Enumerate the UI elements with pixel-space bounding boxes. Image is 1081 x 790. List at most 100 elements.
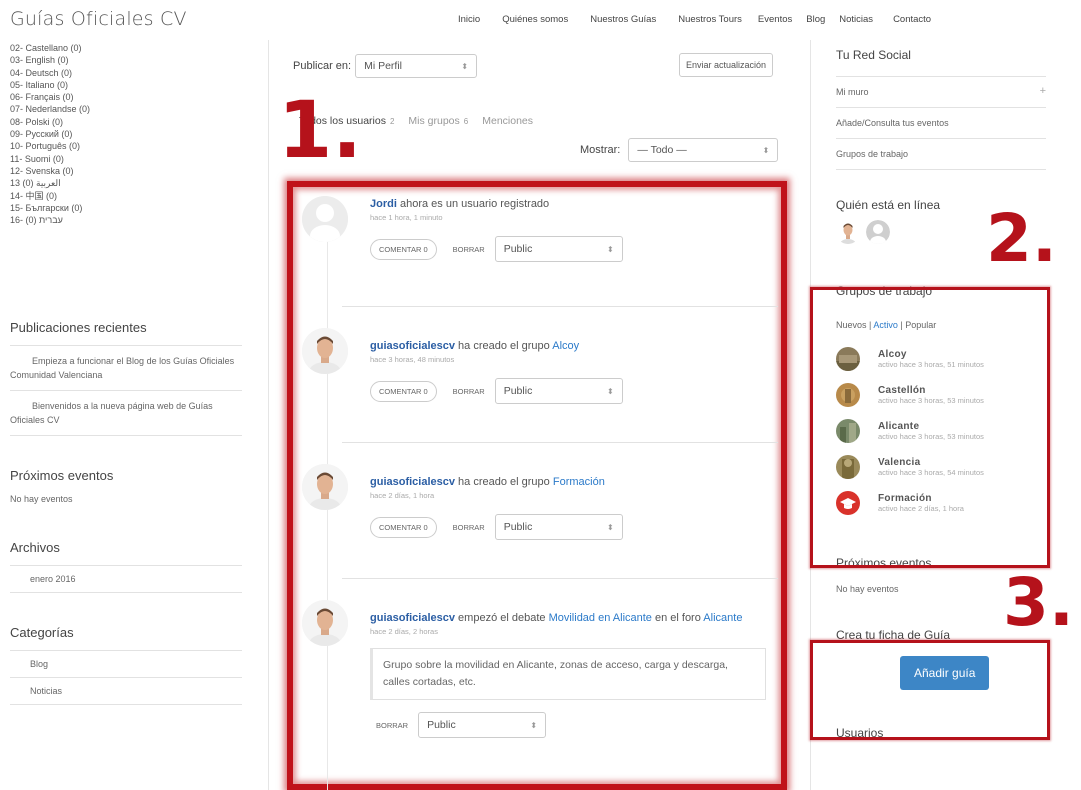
select-arrows-icon: ⬍: [607, 386, 614, 396]
timeline-line: [327, 235, 328, 790]
recent-post-link[interactable]: Bienvenidos a la nueva página web de Guí…: [10, 391, 242, 436]
language-item[interactable]: 16- (0) עברית: [10, 214, 260, 226]
annotation-number: 3.: [1003, 564, 1074, 641]
nav-blog[interactable]: Blog: [806, 14, 825, 25]
filter-label: Mostrar:: [580, 144, 621, 156]
social-link-groups[interactable]: Grupos de trabajo: [836, 138, 1046, 170]
select-arrows-icon: ⬍: [530, 720, 538, 730]
activity-actions: COMENTAR 0 BORRAR Public ⬍: [370, 514, 770, 540]
user-link[interactable]: guiasoficialescv: [370, 476, 455, 488]
main-nav: Inicio Quiénes somos Nuestros Guías Nues…: [458, 14, 953, 25]
group-link[interactable]: Formación: [553, 476, 605, 488]
activity-timestamp[interactable]: hace 2 días, 1 hora: [370, 491, 770, 500]
topic-link[interactable]: Movilidad en Alicante: [549, 612, 652, 624]
avatar[interactable]: [866, 220, 890, 244]
activity-timestamp[interactable]: hace 2 días, 2 horas: [370, 627, 770, 636]
activity-filter-select[interactable]: — Todo — ⬍: [628, 138, 779, 162]
language-item[interactable]: 04- Deutsch (0): [10, 67, 260, 79]
language-item[interactable]: 05- Italiano (0): [10, 79, 260, 91]
language-item[interactable]: 15- Български (0): [10, 202, 260, 214]
language-item[interactable]: 03- English (0): [10, 54, 260, 66]
select-value: Mi Perfil: [364, 60, 403, 72]
language-item[interactable]: 02- Castellano (0): [10, 42, 260, 54]
category-link[interactable]: Noticias: [10, 678, 242, 705]
nav-contacto[interactable]: Contacto: [893, 14, 931, 25]
nav-eventos[interactable]: Eventos: [758, 14, 792, 25]
expand-plus-icon[interactable]: +: [1040, 85, 1046, 97]
nav-inicio[interactable]: Inicio: [458, 14, 480, 25]
select-arrows-icon: ⬍: [607, 244, 614, 254]
activity-excerpt: Grupo sobre la movilidad en Alicante, zo…: [370, 648, 766, 700]
widget-title: Próximos eventos: [10, 468, 114, 483]
comment-button[interactable]: COMENTAR 0: [370, 516, 437, 538]
delete-button[interactable]: BORRAR: [376, 721, 408, 730]
privacy-select[interactable]: Public ⬍: [494, 514, 623, 540]
divider: [342, 578, 778, 579]
language-item[interactable]: 11- Suomi (0): [10, 153, 260, 165]
tab-my-groups[interactable]: Mis grupos 6: [408, 115, 468, 127]
select-arrows-icon: ⬍: [762, 145, 770, 155]
activity-actions: BORRAR Public ⬍: [370, 712, 770, 738]
activity-text: guiasoficialescv empezó el debate Movili…: [370, 612, 743, 624]
nav-nuestros-guias[interactable]: Nuestros Guías: [590, 14, 656, 25]
language-item[interactable]: 13 (0) العربية: [10, 177, 260, 189]
language-item[interactable]: 14- 中国 (0): [10, 190, 260, 202]
archive-link[interactable]: enero 2016: [10, 566, 242, 593]
delete-button[interactable]: BORRAR: [453, 245, 485, 254]
comment-button[interactable]: COMENTAR 0: [370, 238, 437, 260]
category-link[interactable]: Blog: [10, 651, 242, 678]
avatar[interactable]: [302, 464, 348, 510]
comment-button[interactable]: COMENTAR 0: [370, 380, 437, 402]
activity-actions: COMENTAR 0 BORRAR Public ⬍: [370, 236, 770, 262]
privacy-select[interactable]: Public ⬍: [418, 712, 547, 738]
select-value: — Todo —: [637, 144, 687, 156]
nav-nuestros-tours[interactable]: Nuestros Tours: [678, 14, 742, 25]
avatar[interactable]: [836, 220, 860, 244]
archives-widget: Archivos enero 2016: [10, 540, 242, 593]
activity-text: guiasoficialescv ha creado el grupo Alco…: [370, 340, 580, 352]
language-item[interactable]: 06- Français (0): [10, 91, 260, 103]
send-update-button[interactable]: Enviar actualización: [679, 53, 774, 77]
nav-quienes-somos[interactable]: Quiénes somos: [502, 14, 568, 25]
recent-posts-widget: Publicaciones recientes Empieza a funcio…: [10, 320, 242, 436]
select-arrows-icon: ⬍: [607, 522, 614, 532]
social-link-events[interactable]: Añade/Consulta tus eventos: [836, 107, 1046, 138]
annotation-number: 1.: [278, 86, 362, 176]
avatar[interactable]: [302, 600, 348, 646]
activity-actions: COMENTAR 0 BORRAR Public ⬍: [370, 378, 770, 404]
annotation-highlight-box: [810, 640, 1050, 740]
language-item[interactable]: 10- Português (0): [10, 140, 260, 152]
filter-row: Mostrar: — Todo — ⬍: [580, 138, 779, 162]
activity-body: guiasoficialescv empezó el debate Movili…: [370, 600, 770, 738]
recent-post-link[interactable]: Empieza a funcionar el Blog de los Guías…: [10, 346, 242, 391]
avatar[interactable]: [302, 328, 348, 374]
activity-timestamp[interactable]: hace 3 horas, 48 minutos: [370, 355, 770, 364]
group-link[interactable]: Alcoy: [552, 340, 579, 352]
user-link[interactable]: Jordi: [370, 198, 397, 210]
activity-body: Jordi ahora es un usuario registrado hac…: [370, 196, 770, 262]
privacy-select[interactable]: Public ⬍: [494, 378, 623, 404]
annotation-number: 2.: [986, 200, 1057, 277]
delete-button[interactable]: BORRAR: [453, 387, 485, 396]
language-item[interactable]: 09- Русский (0): [10, 128, 260, 140]
user-link[interactable]: guiasoficialescv: [370, 340, 455, 352]
activity-timestamp[interactable]: hace 1 hora, 1 minuto: [370, 213, 770, 222]
privacy-select[interactable]: Public ⬍: [494, 236, 623, 262]
user-link[interactable]: guiasoficialescv: [370, 612, 455, 624]
publish-target-select[interactable]: Mi Perfil ⬍: [355, 54, 478, 78]
upcoming-events-widget: Próximos eventos No hay eventos: [10, 468, 242, 506]
divider: [342, 442, 778, 443]
avatar[interactable]: [302, 196, 348, 242]
delete-button[interactable]: BORRAR: [453, 523, 485, 532]
tab-mentions[interactable]: Menciones: [482, 115, 533, 127]
forum-link[interactable]: Alicante: [703, 612, 742, 624]
categories-widget: Categorías Blog Noticias: [10, 625, 242, 705]
site-title[interactable]: Guías Oficiales CV: [10, 8, 187, 30]
empty-events-text: No hay eventos: [10, 494, 73, 504]
language-item[interactable]: 08- Polski (0): [10, 116, 260, 128]
language-item[interactable]: 07- Nederlandse (0): [10, 103, 260, 115]
select-arrows-icon: ⬍: [461, 61, 469, 71]
social-link-mi-muro[interactable]: Mi muro +: [836, 76, 1046, 107]
language-item[interactable]: 12- Svenska (0): [10, 165, 260, 177]
nav-noticias[interactable]: Noticias: [839, 14, 873, 25]
